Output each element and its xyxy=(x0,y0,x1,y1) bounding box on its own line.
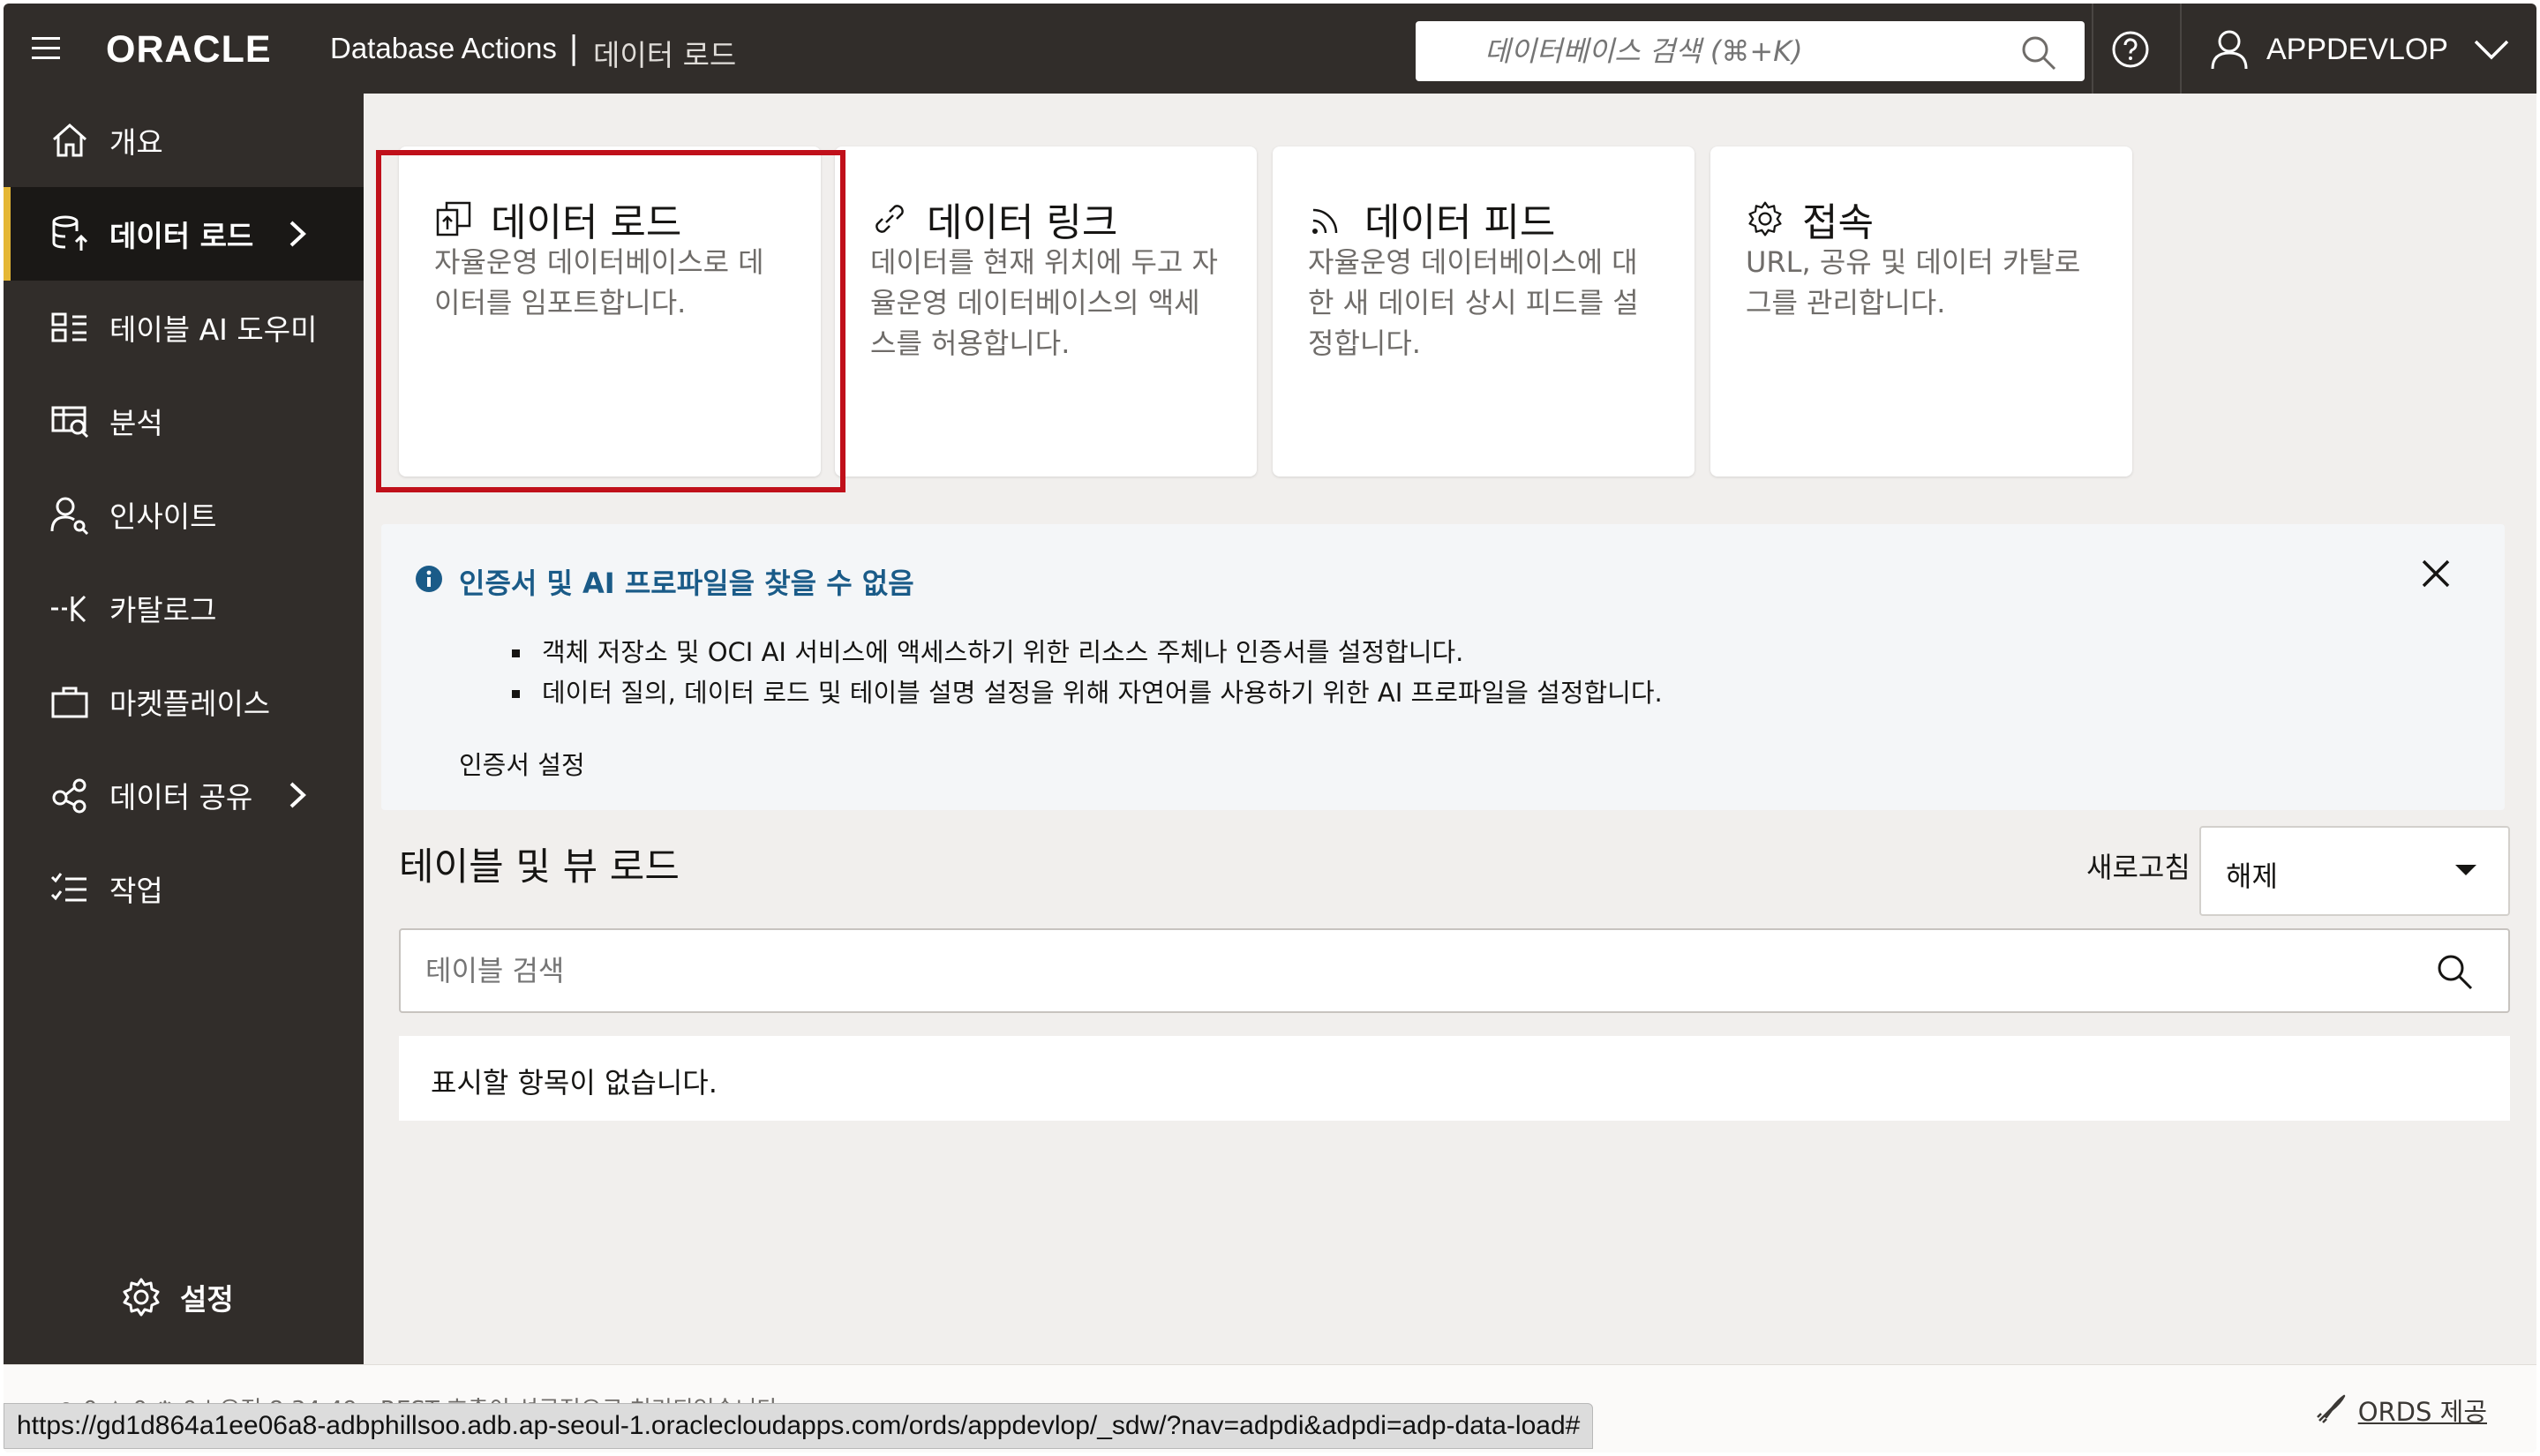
card-title: 데이터 피드 xyxy=(1364,200,1556,245)
refresh-label: 새로고침 xyxy=(2086,851,2191,884)
sidebar-item-label: 개요 xyxy=(109,125,163,160)
sidebar-item-data-load[interactable]: 데이터 로드 xyxy=(4,187,364,281)
chevron-right-icon xyxy=(289,782,306,808)
sidebar-item-data-share[interactable]: 데이터 공유 xyxy=(4,748,364,842)
caret-down-icon xyxy=(2455,865,2476,875)
credential-settings-link[interactable]: 인증서 설정 xyxy=(459,745,585,782)
sidebar-item-marketplace[interactable]: 마켓플레이스 xyxy=(4,655,364,748)
top-header: ORACLE Database Actions | 데이터 로드 APPDEVL… xyxy=(4,4,2536,94)
header-divider xyxy=(2092,4,2093,94)
jobs-icon xyxy=(50,873,86,902)
info-title: 인증서 및 AI 프로파일을 찾을 수 없음 xyxy=(459,567,914,600)
ords-link[interactable]: ORDS 제공 xyxy=(2312,1392,2487,1429)
card-data-feed[interactable]: 데이터 피드 자율운영 데이터베이스에 대한 새 데이터 상시 피드를 설정합니… xyxy=(1273,146,1695,477)
sidebar-item-overview[interactable]: 개요 xyxy=(4,94,364,187)
table-search[interactable] xyxy=(399,928,2510,1013)
catalog-icon xyxy=(51,595,86,623)
sidebar-item-insights[interactable]: 인사이트 xyxy=(4,468,364,561)
sidebar-item-analysis[interactable]: 분석 xyxy=(4,374,364,468)
table-ai-icon xyxy=(51,312,86,342)
oracle-logo: ORACLE xyxy=(106,28,272,71)
left-sidebar: 개요 데이터 로드 테이블 AI 도우미 분석 인사이트 카탈로그 마켓플레이스… xyxy=(4,94,364,1452)
sidebar-item-label: 인사이트 xyxy=(109,499,217,534)
refresh-select[interactable]: 해제 xyxy=(2199,826,2510,916)
sidebar-item-jobs[interactable]: 작업 xyxy=(4,842,364,935)
sidebar-item-table-ai[interactable]: 테이블 AI 도우미 xyxy=(4,281,364,374)
card-connections[interactable]: 접속 URL, 공유 및 데이터 카탈로그를 관리합니다. xyxy=(1710,146,2132,477)
sidebar-item-label: 데이터 공유 xyxy=(109,780,253,814)
card-data-link[interactable]: 데이터 링크 데이터를 현재 위치에 두고 자율운영 데이터베이스의 액세스를 … xyxy=(835,146,1257,477)
database-search-input[interactable] xyxy=(1416,21,2085,81)
sidebar-item-label: 분석 xyxy=(109,406,163,440)
empty-table-message: 표시할 항목이 없습니다. xyxy=(399,1036,2510,1121)
help-circle-icon[interactable] xyxy=(2111,30,2150,69)
database-search[interactable] xyxy=(1416,21,2085,81)
gear-icon xyxy=(1748,201,1782,236)
sidebar-settings[interactable]: 설정 xyxy=(120,1276,234,1318)
card-description: URL, 공유 및 데이터 카탈로그를 관리합니다. xyxy=(1746,245,2081,319)
sidebar-item-label: 데이터 로드 xyxy=(109,219,254,253)
feed-icon xyxy=(1312,208,1338,234)
user-icon xyxy=(2211,30,2248,70)
analysis-icon xyxy=(51,406,89,439)
app-name: Database Actions xyxy=(330,32,557,64)
search-icon[interactable] xyxy=(2019,34,2058,72)
card-description: 자율운영 데이터베이스에 대한 새 데이터 상시 피드를 설정합니다. xyxy=(1308,245,1639,360)
ords-label: ORDS 제공 xyxy=(2357,1397,2487,1427)
header-separator: | xyxy=(568,30,580,66)
info-bullet-list: 객체 저장소 및 OCI AI 서비스에 액세스하기 위한 리소스 주체나 인증… xyxy=(512,632,1663,713)
refresh-select-value: 해제 xyxy=(2226,859,2278,893)
info-bullet: 객체 저장소 및 OCI AI 서비스에 액세스하기 위한 리소스 주체나 인증… xyxy=(512,632,1663,672)
marketplace-icon xyxy=(51,687,88,718)
chevron-right-icon xyxy=(289,221,306,247)
settings-label: 설정 xyxy=(180,1282,234,1317)
rocket-icon xyxy=(2316,1394,2345,1423)
header-divider xyxy=(2180,4,2182,94)
sidebar-item-label: 카탈로그 xyxy=(109,593,217,627)
section-title: 테이블 및 뷰 로드 xyxy=(399,845,680,889)
user-menu-button[interactable]: APPDEVLOP xyxy=(2210,25,2510,74)
hamburger-menu-icon[interactable] xyxy=(32,37,60,60)
search-icon[interactable] xyxy=(2434,951,2475,992)
info-bullet: 데이터 질의, 데이터 로드 및 테이블 설명 설정을 위해 자연어를 사용하기… xyxy=(512,672,1663,713)
close-icon[interactable] xyxy=(2416,554,2455,593)
sidebar-item-label: 테이블 AI 도우미 xyxy=(109,312,318,347)
page-breadcrumb: 데이터 로드 xyxy=(593,38,737,72)
sidebar-item-catalog[interactable]: 카탈로그 xyxy=(4,561,364,655)
gear-icon xyxy=(123,1278,160,1317)
highlight-box xyxy=(376,150,845,492)
data-load-icon xyxy=(52,215,88,251)
chevron-down-icon xyxy=(2474,40,2509,60)
info-icon xyxy=(416,566,442,592)
sidebar-item-label: 마켓플레이스 xyxy=(109,687,271,721)
table-search-input[interactable] xyxy=(401,930,2508,1011)
link-icon xyxy=(875,205,904,233)
card-title: 데이터 링크 xyxy=(927,200,1118,245)
sidebar-item-label: 작업 xyxy=(109,874,163,908)
url-tooltip: https://gd1d864a1ee06a8-adbphillsoo.adb.… xyxy=(4,1403,1594,1449)
insights-icon xyxy=(50,497,89,535)
home-icon xyxy=(53,123,86,157)
card-title: 접속 xyxy=(1802,200,1874,245)
empty-text: 표시할 항목이 없습니다. xyxy=(431,1066,718,1100)
info-banner: 인증서 및 AI 프로파일을 찾을 수 없음 객체 저장소 및 OCI AI 서… xyxy=(381,524,2505,810)
user-name: APPDEVLOP xyxy=(2266,32,2448,66)
card-description: 데이터를 현재 위치에 두고 자율운영 데이터베이스의 액세스를 허용합니다. xyxy=(870,245,1218,360)
data-share-icon xyxy=(52,778,86,814)
